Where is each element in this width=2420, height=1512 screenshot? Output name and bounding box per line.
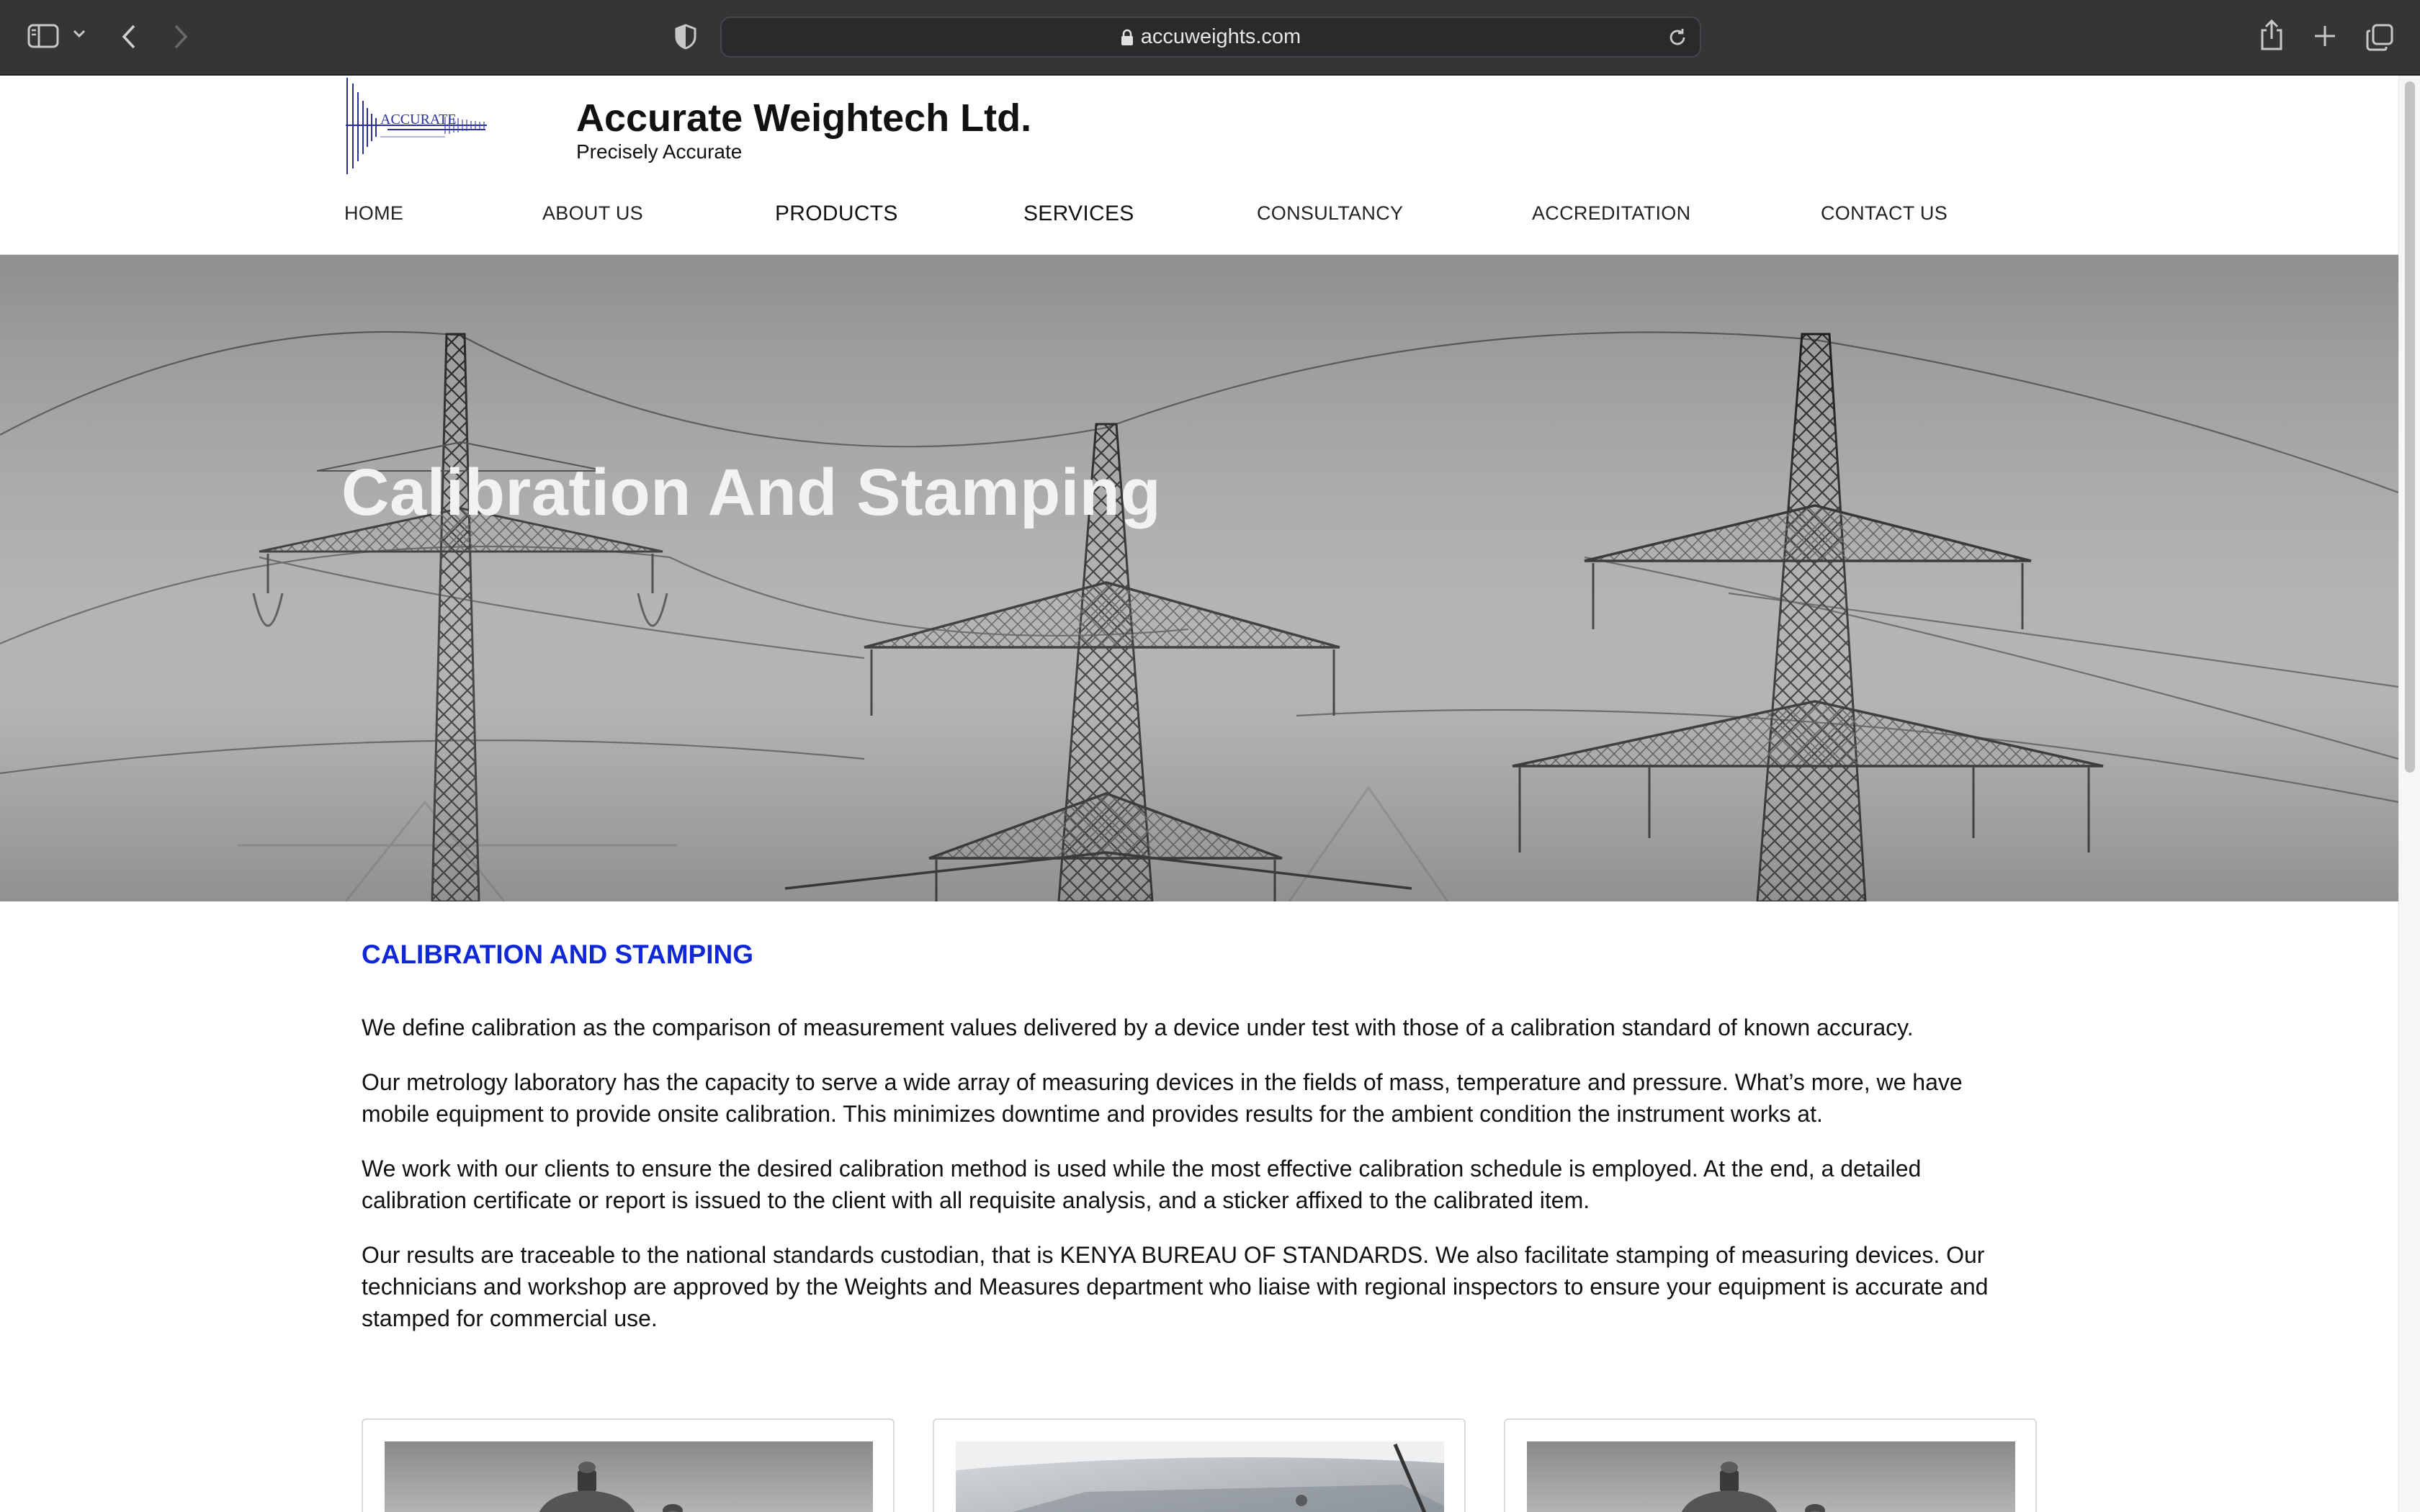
main-nav: HOME ABOUT US PRODUCTS SERVICES CONSULTA… <box>0 202 2398 238</box>
company-name[interactable]: Accurate Weightech Ltd. <box>576 96 1031 140</box>
hero-title: Calibration And Stamping <box>341 456 1162 529</box>
lock-icon <box>1121 29 1134 46</box>
nav-contact-us[interactable]: CONTACT US <box>1821 202 1948 225</box>
back-arrow-icon[interactable] <box>120 23 138 50</box>
nav-consultancy[interactable]: CONSULTANCY <box>1257 202 1403 225</box>
paragraph-definition: We define calibration as the comparison … <box>362 1014 1914 1040</box>
workshop-image <box>956 1441 1444 1512</box>
tabs-overview-icon[interactable] <box>2365 23 2394 52</box>
paragraph-laboratory: Our metrology laboratory has the capacit… <box>362 1069 1963 1127</box>
nav-products[interactable]: PRODUCTS <box>775 202 898 226</box>
forward-arrow-icon[interactable] <box>171 23 190 50</box>
sidebar-icon[interactable] <box>27 23 59 49</box>
address-bar[interactable]: accuweights.com <box>720 17 1701 58</box>
plus-icon[interactable] <box>2312 23 2338 49</box>
nav-services[interactable]: SERVICES <box>1023 202 1134 226</box>
hero-banner: Calibration And Stamping <box>0 255 2398 901</box>
content-body: We define calibration as the comparison … <box>362 1012 2018 1357</box>
company-tagline: Precisely Accurate <box>576 140 743 163</box>
nav-accreditation[interactable]: ACCREDITATION <box>1532 202 1690 225</box>
chevron-down-icon[interactable] <box>72 29 86 39</box>
calibration-weights-image-2 <box>1527 1441 2015 1512</box>
power-pylons-image <box>0 255 2398 901</box>
gallery-card-2[interactable] <box>933 1418 1466 1512</box>
paragraph-traceability: Our results are traceable to the nationa… <box>362 1242 1989 1331</box>
privacy-shield-icon[interactable] <box>674 23 697 50</box>
nav-home[interactable]: HOME <box>344 202 403 225</box>
url-text: accuweights.com <box>1140 25 1301 48</box>
scrollbar-thumb[interactable] <box>2405 81 2415 773</box>
site-header: ACCURATE Accurate Weightech Ltd. Precise… <box>0 76 2398 255</box>
gallery-card-1[interactable] <box>362 1418 895 1512</box>
page-scrollbar[interactable] <box>2398 76 2420 1512</box>
reload-icon[interactable] <box>1667 27 1688 54</box>
gallery-card-3[interactable] <box>1504 1418 2037 1512</box>
calibration-weights-image <box>385 1441 873 1512</box>
nav-about-us[interactable]: ABOUT US <box>542 202 643 225</box>
section-heading: CALIBRATION AND STAMPING <box>362 940 753 969</box>
logo-text: ACCURATE <box>380 112 457 127</box>
browser-toolbar: accuweights.com <box>0 0 2420 76</box>
company-logo[interactable]: ACCURATE <box>344 76 488 176</box>
paragraph-method: We work with our clients to ensure the d… <box>362 1156 1922 1213</box>
share-icon[interactable] <box>2259 19 2285 52</box>
